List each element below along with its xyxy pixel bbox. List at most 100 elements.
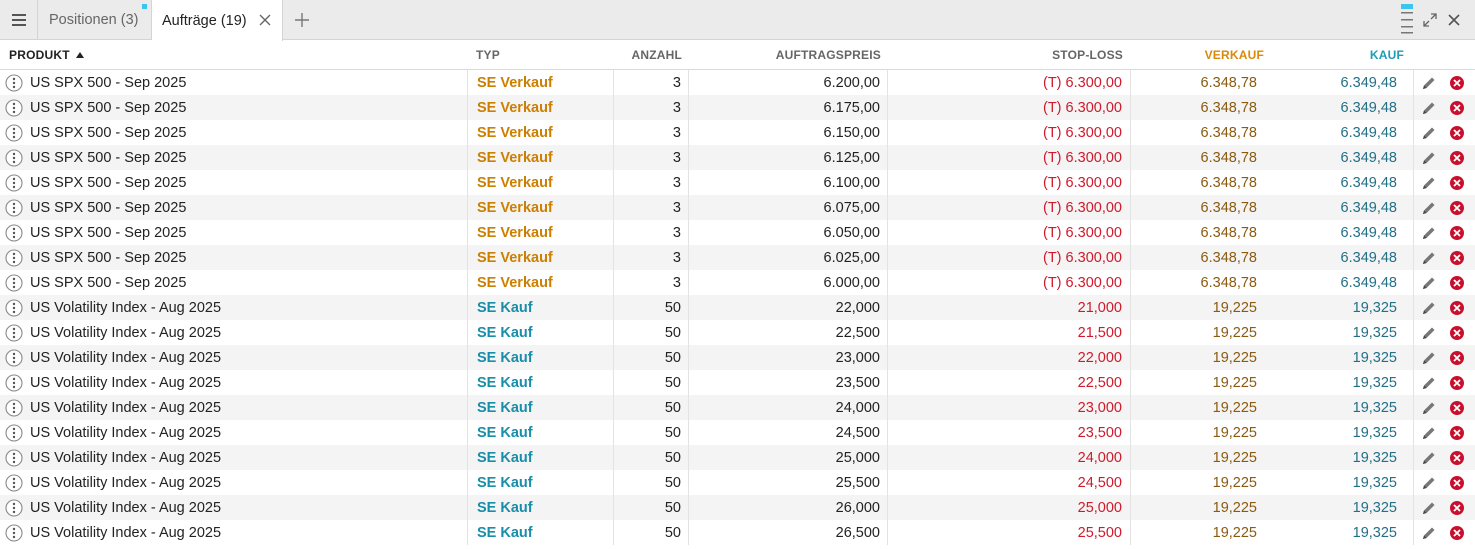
delete-circle-icon[interactable] [1445,95,1469,120]
table-row[interactable]: US Volatility Index - Aug 2025 SE Kauf 50 2… [0,345,1475,370]
delete-circle-icon[interactable] [1445,295,1469,320]
info-dots-icon[interactable] [4,470,24,495]
delete-circle-icon[interactable] [1445,320,1469,345]
table-row[interactable]: US Volatility Index - Aug 2025 SE Kauf 50 2… [0,420,1475,445]
pencil-icon[interactable] [1413,495,1443,520]
table-row[interactable]: US SPX 500 - Sep 2025 SE Verkauf 3 6.150,00… [0,120,1475,145]
table-row[interactable]: US SPX 500 - Sep 2025 SE Verkauf 3 6.125,00… [0,145,1475,170]
pencil-icon[interactable] [1413,145,1443,170]
pencil-icon[interactable] [1413,370,1443,395]
pencil-icon[interactable] [1413,345,1443,370]
table-row[interactable]: US SPX 500 - Sep 2025 SE Verkauf 3 6.175,00… [0,95,1475,120]
info-dots-icon[interactable] [4,145,24,170]
tab-positionen[interactable]: Positionen (3) [38,0,152,40]
delete-circle-icon[interactable] [1445,395,1469,420]
delete-circle-icon[interactable] [1445,470,1469,495]
pencil-icon[interactable] [1413,220,1443,245]
info-dots-icon[interactable] [4,270,24,295]
auftragspreis-cell: 23,000 [689,345,888,370]
delete-circle-icon[interactable] [1445,120,1469,145]
table-row[interactable]: US SPX 500 - Sep 2025 SE Verkauf 3 6.200,00… [0,70,1475,95]
delete-circle-icon[interactable] [1445,220,1469,245]
column-header-typ[interactable]: TYP [476,40,596,70]
delete-circle-icon[interactable] [1445,170,1469,195]
column-header-stop-loss[interactable]: STOP-LOSS [888,40,1123,70]
info-dots-icon[interactable] [4,370,24,395]
resize-indicator-icon[interactable] [1401,4,1413,34]
add-tab-button[interactable] [292,10,312,30]
table-row[interactable]: US Volatility Index - Aug 2025 SE Kauf 50 2… [0,395,1475,420]
pencil-icon[interactable] [1413,470,1443,495]
info-dots-icon[interactable] [4,445,24,470]
column-header-anzahl[interactable]: ANZAHL [614,40,682,70]
info-dots-icon[interactable] [4,70,24,95]
pencil-icon[interactable] [1413,445,1443,470]
info-dots-icon[interactable] [4,520,24,545]
close-icon[interactable] [258,13,272,27]
produkt-cell: US SPX 500 - Sep 2025 [30,274,187,291]
info-dots-icon[interactable] [4,95,24,120]
delete-circle-icon[interactable] [1445,520,1469,545]
close-icon[interactable] [1447,13,1461,27]
table-row[interactable]: US Volatility Index - Aug 2025 SE Kauf 50 2… [0,520,1475,545]
column-header-verkauf[interactable]: VERKAUF [1131,40,1264,70]
table-row[interactable]: US Volatility Index - Aug 2025 SE Kauf 50 2… [0,370,1475,395]
info-dots-icon[interactable] [4,495,24,520]
column-header-auftragspreis[interactable]: AUFTRAGSPREIS [689,40,881,70]
pencil-icon[interactable] [1413,70,1443,95]
table-row[interactable]: US SPX 500 - Sep 2025 SE Verkauf 3 6.050,00… [0,220,1475,245]
menu-button[interactable] [0,0,38,40]
table-row[interactable]: US SPX 500 - Sep 2025 SE Verkauf 3 6.025,00… [0,245,1475,270]
table-row[interactable]: US SPX 500 - Sep 2025 SE Verkauf 3 6.075,00… [0,195,1475,220]
pencil-icon[interactable] [1413,395,1443,420]
delete-circle-icon[interactable] [1445,195,1469,220]
info-dots-icon[interactable] [4,345,24,370]
anzahl-cell: 50 [614,445,689,470]
pencil-icon[interactable] [1413,420,1443,445]
anzahl-cell: 3 [614,70,689,95]
delete-circle-icon[interactable] [1445,245,1469,270]
expand-icon[interactable] [1423,13,1437,27]
anzahl-cell: 3 [614,120,689,145]
info-dots-icon[interactable] [4,420,24,445]
delete-circle-icon[interactable] [1445,345,1469,370]
delete-circle-icon[interactable] [1445,420,1469,445]
table-row[interactable]: US Volatility Index - Aug 2025 SE Kauf 50 2… [0,445,1475,470]
produkt-cell: US SPX 500 - Sep 2025 [30,224,187,241]
pencil-icon[interactable] [1413,195,1443,220]
table-row[interactable]: US Volatility Index - Aug 2025 SE Kauf 50 2… [0,295,1475,320]
pencil-icon[interactable] [1413,120,1443,145]
typ-cell: SE Verkauf [467,120,614,145]
info-dots-icon[interactable] [4,220,24,245]
pencil-icon[interactable] [1413,520,1443,545]
info-dots-icon[interactable] [4,395,24,420]
delete-circle-icon[interactable] [1445,495,1469,520]
table-row[interactable]: US Volatility Index - Aug 2025 SE Kauf 50 2… [0,470,1475,495]
column-label: VERKAUF [1204,48,1264,62]
info-dots-icon[interactable] [4,195,24,220]
info-dots-icon[interactable] [4,170,24,195]
pencil-icon[interactable] [1413,170,1443,195]
info-dots-icon[interactable] [4,295,24,320]
info-dots-icon[interactable] [4,320,24,345]
tab-auftraege[interactable]: Aufträge (19) [152,0,283,41]
delete-circle-icon[interactable] [1445,145,1469,170]
info-dots-icon[interactable] [4,120,24,145]
column-header-kauf[interactable]: KAUF [1264,40,1404,70]
delete-circle-icon[interactable] [1445,70,1469,95]
delete-circle-icon[interactable] [1445,370,1469,395]
pencil-icon[interactable] [1413,270,1443,295]
pencil-icon[interactable] [1413,295,1443,320]
pencil-icon[interactable] [1413,320,1443,345]
delete-circle-icon[interactable] [1445,270,1469,295]
delete-circle-icon[interactable] [1445,445,1469,470]
info-dots-icon[interactable] [4,245,24,270]
typ-cell: SE Kauf [467,370,614,395]
table-row[interactable]: US Volatility Index - Aug 2025 SE Kauf 50 2… [0,495,1475,520]
table-row[interactable]: US SPX 500 - Sep 2025 SE Verkauf 3 6.100,00… [0,170,1475,195]
pencil-icon[interactable] [1413,245,1443,270]
table-row[interactable]: US SPX 500 - Sep 2025 SE Verkauf 3 6.000,00… [0,270,1475,295]
pencil-icon[interactable] [1413,95,1443,120]
table-row[interactable]: US Volatility Index - Aug 2025 SE Kauf 50 2… [0,320,1475,345]
column-header-produkt[interactable]: PRODUKT [9,40,209,70]
